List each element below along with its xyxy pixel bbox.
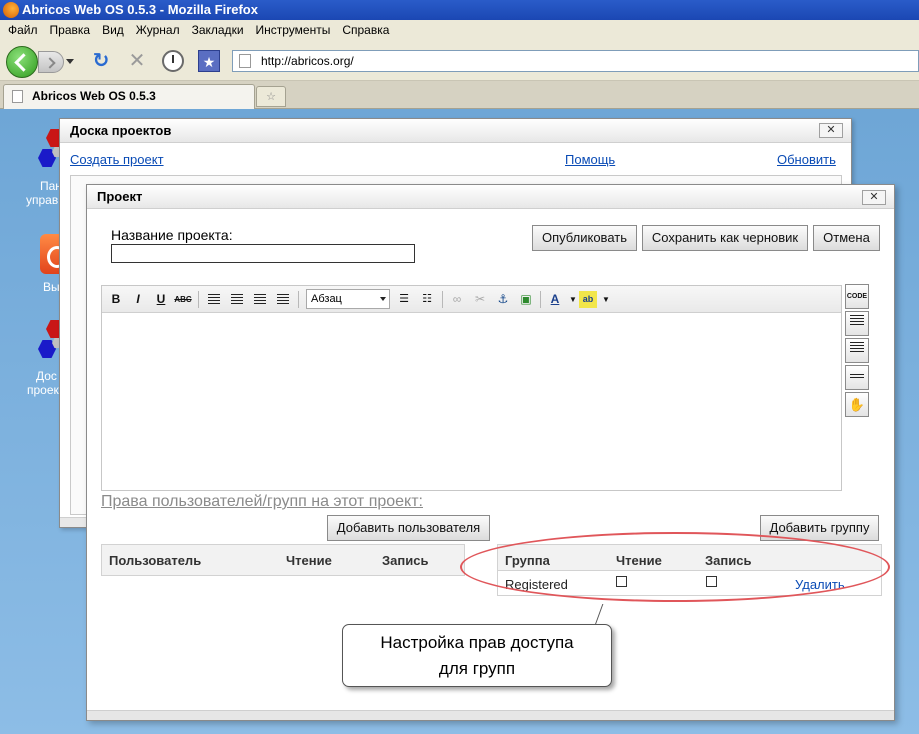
history-dropdown-icon[interactable] — [66, 59, 74, 64]
toolbar-separator — [198, 291, 199, 308]
menu-view[interactable]: Вид — [96, 20, 130, 41]
bullet-list-icon[interactable]: ☰ — [395, 291, 413, 308]
desktop-label-board-2: проек — [27, 383, 59, 397]
publish-button[interactable]: Опубликовать — [532, 225, 637, 251]
justify-icon[interactable] — [274, 291, 292, 308]
menu-tools[interactable]: Инструменты — [250, 20, 337, 41]
toolbar-separator — [442, 291, 443, 308]
anchor-icon[interactable]: ⚓ — [494, 291, 512, 308]
menu-history[interactable]: Журнал — [130, 20, 186, 41]
project-window-title: Проект — [87, 185, 894, 209]
history-clock-icon[interactable] — [162, 50, 184, 72]
rights-section-title: Права пользователей/групп на этот проект… — [101, 493, 423, 510]
highlight-oval — [460, 532, 890, 602]
users-table: Пользователь Чтение Запись — [101, 544, 465, 576]
project-bottom-bar — [87, 710, 894, 720]
address-bar[interactable]: http://abricos.org/ — [232, 50, 919, 72]
paste-word-icon[interactable]: ✋ — [845, 392, 869, 417]
desktop-label-board-1: Дос — [36, 369, 57, 383]
window-titlebar: Abricos Web OS 0.5.3 - Mozilla Firefox — [0, 0, 919, 20]
editor-mode-medium-icon[interactable] — [845, 338, 869, 363]
help-link[interactable]: Помощь — [565, 152, 615, 167]
add-user-button[interactable]: Добавить пользователя — [327, 515, 490, 541]
page-icon — [239, 54, 251, 68]
new-tab-button[interactable]: ☆ — [256, 86, 286, 107]
align-right-icon[interactable] — [251, 291, 269, 308]
italic-button[interactable]: I — [129, 291, 147, 308]
image-icon[interactable]: ▣ — [517, 291, 535, 308]
project-close-button[interactable]: ✕ — [862, 190, 886, 205]
firefox-icon — [3, 2, 19, 18]
bookmark-star-icon[interactable]: ★ — [198, 50, 220, 72]
editor-mode-full-icon[interactable] — [845, 311, 869, 336]
create-project-link[interactable]: Создать проект — [70, 152, 164, 167]
refresh-link[interactable]: Обновить — [777, 152, 836, 167]
annotation-callout: Настройка прав доступа для групп — [342, 624, 612, 687]
users-col-read: Чтение — [286, 553, 332, 568]
back-button[interactable] — [6, 46, 38, 78]
tab-title: Abricos Web OS 0.5.3 — [32, 89, 156, 103]
text-color-icon[interactable]: A — [546, 291, 564, 308]
tab-abricos[interactable]: Abricos Web OS 0.5.3 — [3, 84, 255, 109]
numbered-list-icon[interactable]: ☷ — [418, 291, 436, 308]
board-window-title: Доска проектов — [60, 119, 851, 143]
desktop-label-control-2: управ — [26, 193, 59, 207]
tab-bar: Abricos Web OS 0.5.3 ☆ — [0, 81, 919, 109]
align-center-icon[interactable] — [228, 291, 246, 308]
format-value: Абзац — [311, 293, 342, 305]
users-col-user: Пользователь — [109, 553, 202, 568]
editor-mode-simple-icon[interactable] — [845, 365, 869, 390]
paragraph-format-select[interactable]: Абзац — [306, 289, 390, 309]
annotation-line-1: Настройка прав доступа — [380, 633, 574, 652]
navigation-toolbar: ↻ ✕ ★ http://abricos.org/ — [0, 41, 919, 81]
strikethrough-button[interactable]: ABC — [174, 291, 192, 308]
desktop-label-exit: Вы — [43, 280, 60, 294]
project-name-label: Название проекта: — [111, 227, 233, 243]
toolbar-separator — [540, 291, 541, 308]
align-left-icon[interactable] — [205, 291, 223, 308]
annotation-line-2: для групп — [438, 659, 516, 678]
cancel-button[interactable]: Отмена — [813, 225, 880, 251]
editor-toolbar: B I U ABC Абзац ☰ ☷ ∞ ✂ ⚓ ▣ A ▼ ab ▼ — [102, 286, 841, 313]
forward-button[interactable] — [38, 51, 64, 73]
menu-help[interactable]: Справка — [336, 20, 395, 41]
code-view-button[interactable]: CODE — [845, 284, 869, 309]
link-icon[interactable]: ∞ — [448, 291, 466, 308]
reload-icon[interactable]: ↻ — [90, 50, 112, 72]
unlink-icon[interactable]: ✂ — [471, 291, 489, 308]
menu-bar: Файл Правка Вид Журнал Закладки Инструменты Сп… — [0, 20, 919, 41]
highlight-color-icon[interactable]: ab — [579, 291, 597, 308]
chevron-down-icon — [380, 297, 386, 301]
stop-icon[interactable]: ✕ — [126, 50, 148, 72]
bold-button[interactable]: B — [107, 291, 125, 308]
url-text: http://abricos.org/ — [261, 54, 354, 68]
menu-file[interactable]: Файл — [0, 20, 44, 41]
underline-button[interactable]: U — [152, 291, 170, 308]
menu-edit[interactable]: Правка — [44, 20, 97, 41]
window-title: Abricos Web OS 0.5.3 - Mozilla Firefox — [22, 2, 258, 17]
toolbar-separator — [298, 291, 299, 308]
project-name-input[interactable] — [111, 244, 415, 263]
tab-page-icon — [12, 90, 23, 103]
highlight-dropdown-icon[interactable]: ▼ — [597, 291, 615, 308]
rich-text-editor: B I U ABC Абзац ☰ ☷ ∞ ✂ ⚓ ▣ A ▼ ab ▼ — [101, 285, 842, 491]
menu-bookmarks[interactable]: Закладки — [186, 20, 250, 41]
save-draft-button[interactable]: Сохранить как черновик — [642, 225, 808, 251]
board-close-button[interactable]: ✕ — [819, 123, 843, 138]
users-col-write: Запись — [382, 553, 429, 568]
